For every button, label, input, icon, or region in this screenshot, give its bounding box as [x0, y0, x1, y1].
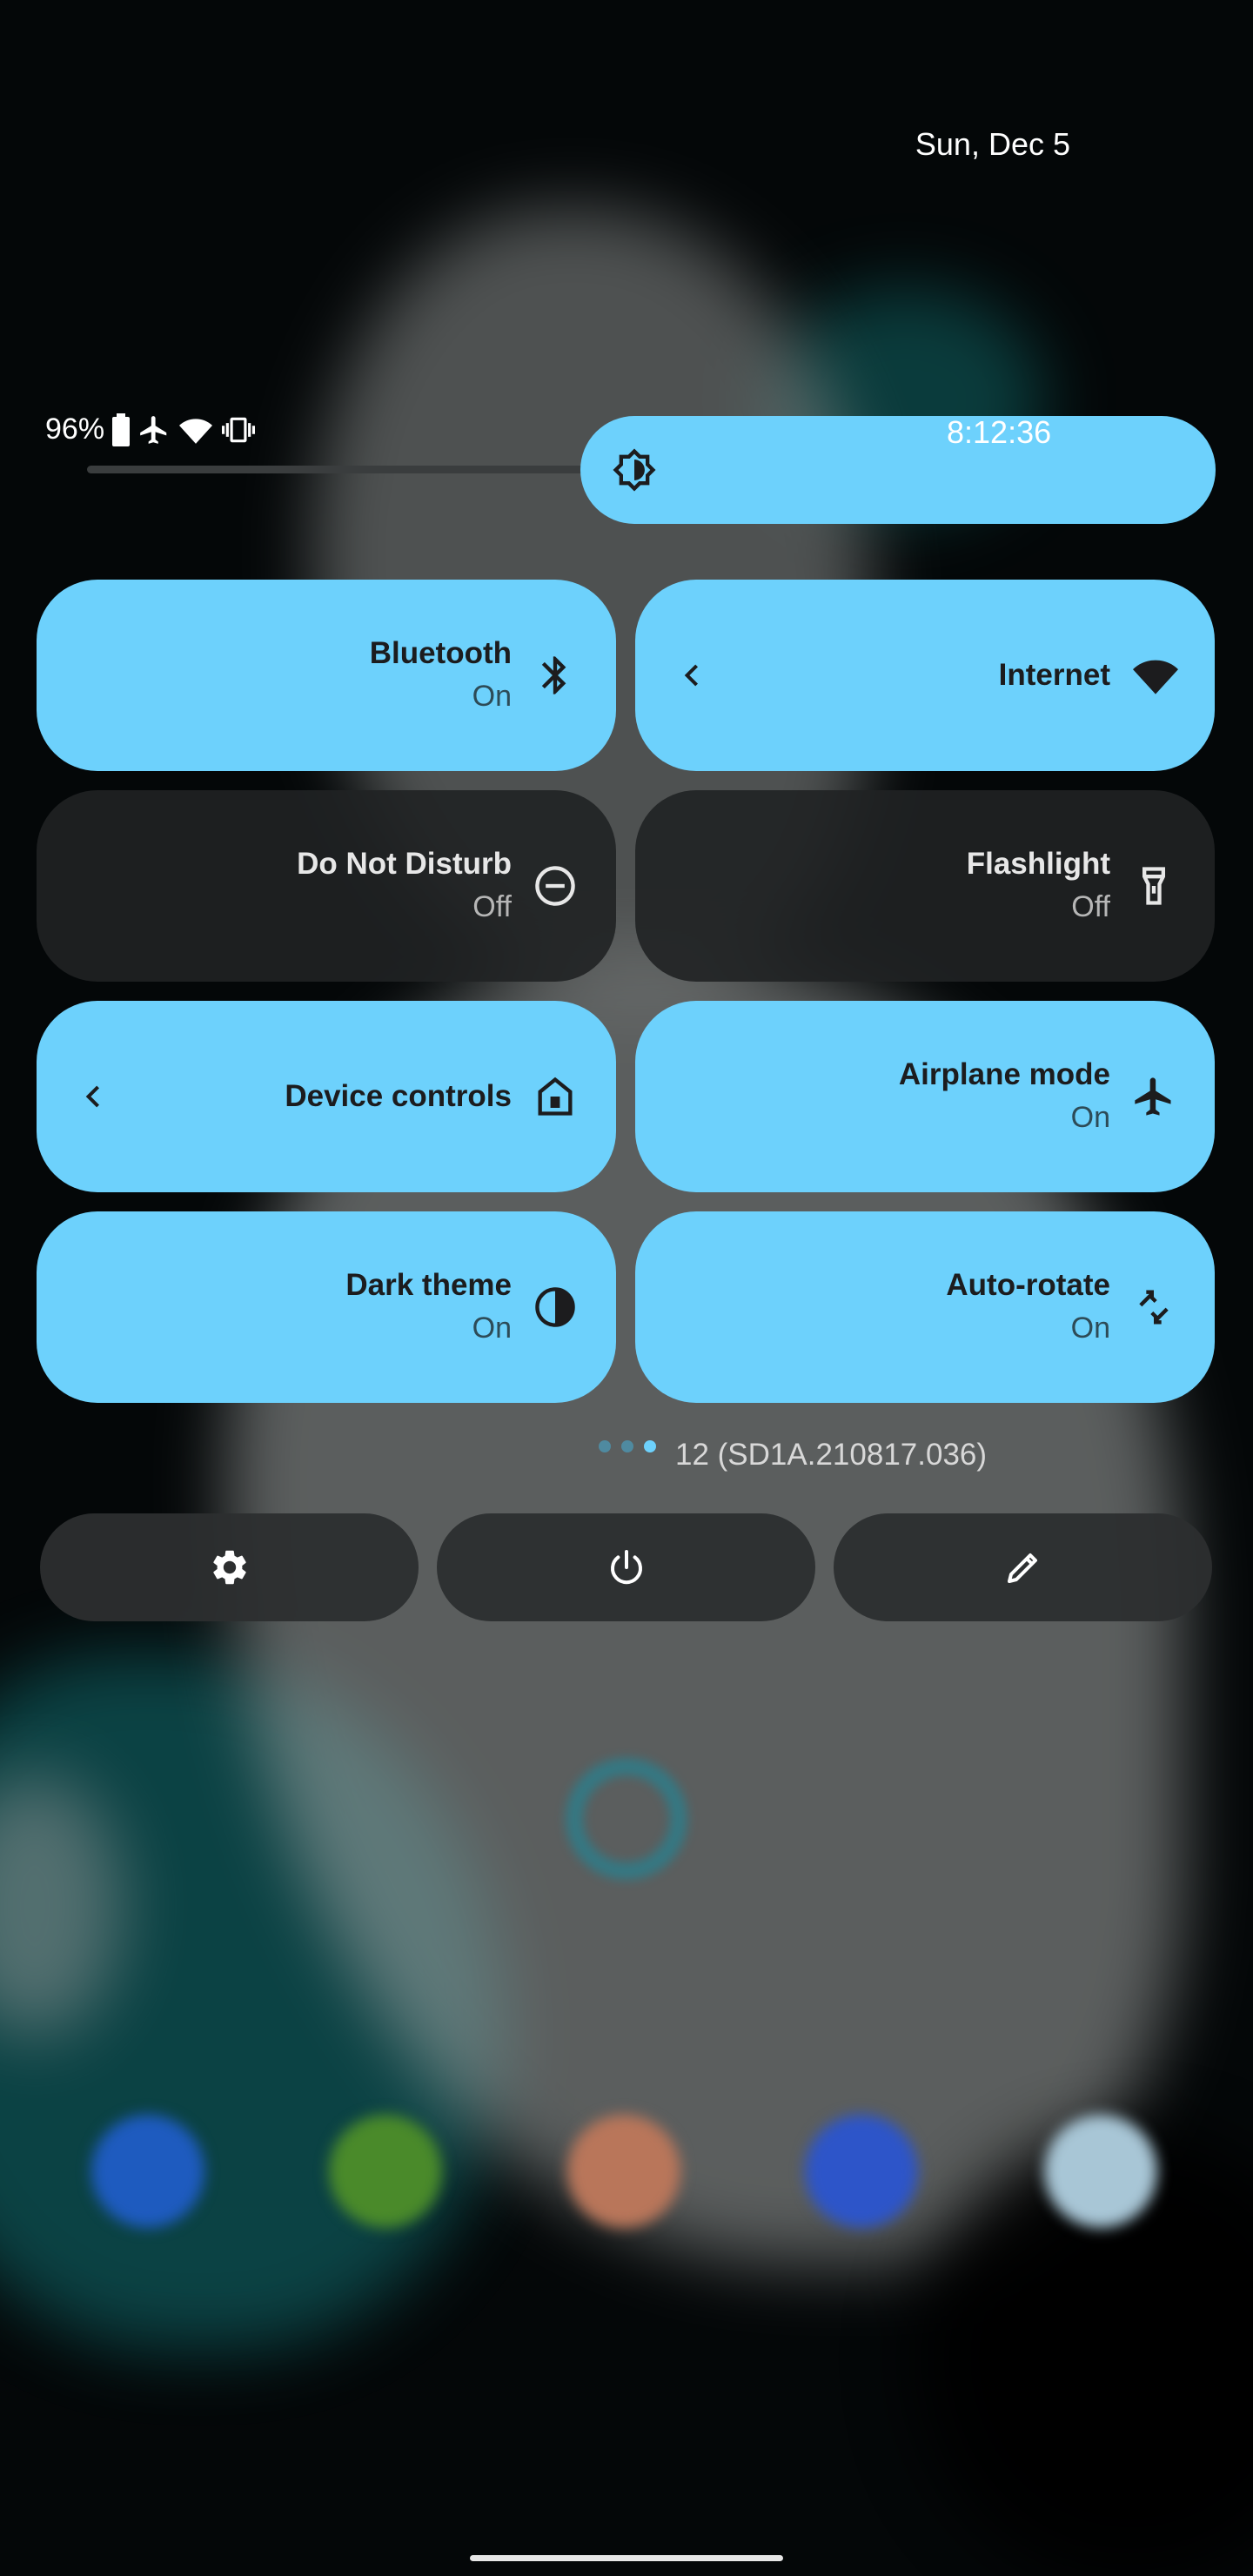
tile-status: On: [472, 1311, 512, 1345]
tile-internet[interactable]: Internet: [635, 580, 1215, 771]
brightness-icon: [612, 447, 657, 493]
tile-status: On: [1070, 1311, 1110, 1345]
airplane-icon: [137, 413, 171, 446]
battery-icon: [111, 413, 131, 446]
tile-status: Off: [472, 890, 512, 923]
chevron-left-icon: [75, 1077, 113, 1116]
quick-settings-panel: Sun, Dec 5 96% 8:12:36 Bluetooth On Inte…: [0, 0, 1253, 2576]
tile-bluetooth[interactable]: Bluetooth On: [37, 580, 616, 771]
tile-label: Do Not Disturb: [297, 847, 512, 881]
dark-theme-icon: [533, 1285, 578, 1330]
rotate-icon: [1131, 1285, 1176, 1330]
date-label: Sun, Dec 5: [915, 126, 1070, 162]
dnd-icon: [533, 863, 578, 909]
tile-status: Off: [1071, 890, 1110, 923]
airplane-icon: [1131, 1074, 1176, 1119]
tile-flashlight[interactable]: Flashlight Off: [635, 790, 1215, 982]
brightness-slider[interactable]: [580, 416, 1216, 524]
tile-label: Airplane mode: [898, 1057, 1110, 1091]
power-icon: [606, 1546, 647, 1588]
pencil-icon: [1002, 1546, 1044, 1588]
wifi-icon: [178, 413, 214, 446]
tile-status: On: [1070, 1101, 1110, 1134]
clock: 8:12:36: [947, 414, 1052, 450]
battery-percentage: 96%: [45, 413, 105, 446]
tile-label: Bluetooth: [369, 636, 512, 670]
gear-icon: [209, 1546, 251, 1588]
tile-status: On: [472, 680, 512, 713]
tile-auto-rotate[interactable]: Auto-rotate On: [635, 1211, 1215, 1403]
tile-dark-theme[interactable]: Dark theme On: [37, 1211, 616, 1403]
tile-label: Dark theme: [345, 1268, 512, 1302]
chevron-left-icon: [673, 656, 712, 694]
page-dot[interactable]: [599, 1440, 611, 1452]
tile-label: Device controls: [285, 1079, 512, 1113]
status-bar: 96%: [45, 413, 256, 446]
flashlight-icon: [1131, 863, 1176, 909]
tile-label: Flashlight: [966, 847, 1110, 881]
build-number[interactable]: 12 (SD1A.210817.036): [675, 1438, 987, 1472]
page-indicator: [599, 1440, 656, 1452]
home-icon: [533, 1074, 578, 1119]
edit-button[interactable]: [834, 1513, 1212, 1621]
page-dot[interactable]: [621, 1440, 633, 1452]
tile-device-controls[interactable]: Device controls: [37, 1001, 616, 1192]
tile-airplane-mode[interactable]: Airplane mode On: [635, 1001, 1215, 1192]
tile-label: Auto-rotate: [946, 1268, 1110, 1302]
tile-label: Internet: [998, 658, 1110, 692]
bluetooth-icon: [533, 653, 578, 698]
power-button[interactable]: [437, 1513, 815, 1621]
page-dot-active[interactable]: [644, 1440, 656, 1452]
tile-do-not-disturb[interactable]: Do Not Disturb Off: [37, 790, 616, 982]
vibrate-icon: [221, 413, 256, 446]
navigation-handle[interactable]: [470, 2555, 783, 2561]
wifi-icon: [1131, 653, 1178, 698]
brightness-slider-track[interactable]: [87, 466, 609, 473]
settings-button[interactable]: [40, 1513, 419, 1621]
